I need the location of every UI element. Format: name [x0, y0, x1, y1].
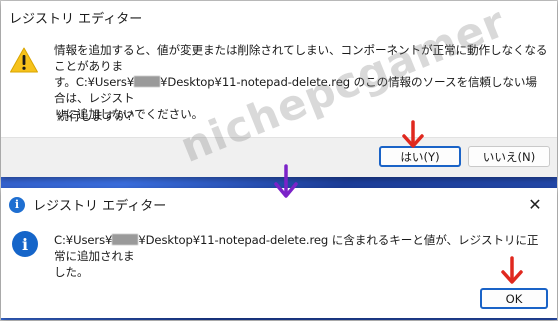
close-button[interactable]: ✕ [513, 188, 557, 221]
dialog-title: レジストリ エディター [9, 12, 143, 27]
no-button[interactable]: いいえ(N) [468, 146, 550, 167]
close-icon: ✕ [528, 195, 542, 214]
warning-icon [10, 47, 38, 73]
red-arrow-icon [402, 120, 424, 148]
redacted-username [134, 76, 161, 87]
registry-success-dialog: i レジストリ エディター ✕ i C:¥Users¥ ¥Desktop¥11-n… [1, 188, 557, 318]
continue-prompt: 続行しますか? [57, 109, 133, 123]
dialog-title: レジストリ エディター [33, 199, 167, 214]
red-arrow-icon [501, 256, 523, 284]
success-message: C:¥Users¥ ¥Desktop¥11-notepad-delete.reg … [54, 233, 539, 279]
redacted-username [112, 234, 139, 245]
registry-warning-dialog: レジストリ エディター 情報を追加すると、値が変更または削除されてしまい、コンポ… [1, 1, 557, 177]
info-icon: i [9, 196, 25, 213]
title-bar: レジストリ エディター [1, 1, 557, 34]
info-icon: i [12, 231, 38, 257]
dialog-content: 情報を追加すると、値が変更または削除されてしまい、コンポーネントが正常に動作しな… [1, 34, 557, 138]
purple-arrow-icon [274, 164, 298, 198]
ok-button[interactable]: OK [480, 288, 548, 309]
